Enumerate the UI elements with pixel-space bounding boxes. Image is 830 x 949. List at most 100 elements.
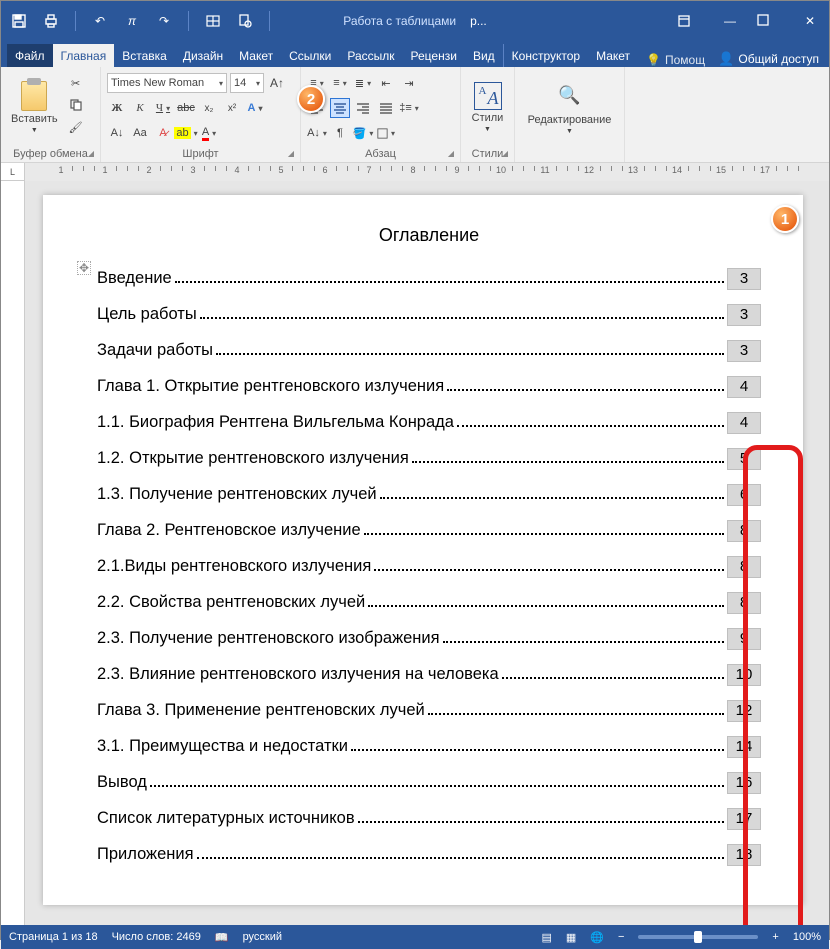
zoom-in-button[interactable]: + — [772, 931, 778, 943]
superscript-button[interactable]: x² — [222, 98, 242, 118]
toc-page-cell[interactable]: 14 — [727, 736, 761, 758]
align-right-button[interactable] — [353, 98, 373, 118]
status-words[interactable]: Число слов: 2469 — [112, 931, 201, 943]
equation-icon[interactable]: π — [120, 9, 144, 33]
toc-page-cell[interactable]: 6 — [727, 484, 761, 506]
vertical-ruler[interactable] — [1, 181, 25, 925]
strike-button[interactable]: abc — [176, 98, 196, 118]
shrink-font-icon[interactable]: A↓ — [107, 123, 127, 143]
print-layout-icon[interactable]: ▦ — [566, 931, 576, 944]
sort-button[interactable]: A↓ — [307, 123, 327, 143]
minimize-icon[interactable]: — — [717, 14, 743, 28]
page-scroll[interactable]: 1 Оглавление ✥ Введение3 Цель работы3Зад… — [25, 181, 829, 925]
toc-page-cell[interactable]: 12 — [727, 700, 761, 722]
ruler-number: 8 — [410, 165, 415, 175]
share-button[interactable]: 👤Общий доступ — [718, 51, 819, 67]
tab-file[interactable]: Файл — [7, 44, 53, 67]
close-icon[interactable]: ✕ — [797, 14, 823, 28]
ruler-number: 12 — [584, 165, 594, 175]
toc-page-cell[interactable]: 16 — [727, 772, 761, 794]
toc-page-cell[interactable]: 8 — [727, 592, 761, 614]
zoom-slider[interactable] — [638, 935, 758, 939]
increase-indent-button[interactable]: ⇥ — [399, 73, 419, 93]
numbering-button[interactable]: ≡ — [330, 73, 350, 93]
table-icon[interactable] — [201, 9, 225, 33]
clear-format-button[interactable]: A̷ — [153, 123, 173, 143]
web-layout-icon[interactable]: 🌐 — [590, 931, 604, 944]
italic-button[interactable]: К — [130, 98, 150, 118]
decrease-indent-button[interactable]: ⇤ — [376, 73, 396, 93]
text-effects-button[interactable]: A — [245, 98, 265, 118]
tab-design[interactable]: Дизайн — [175, 44, 231, 67]
toc-page-cell[interactable]: 4 — [727, 412, 761, 434]
tab-mailings[interactable]: Рассылк — [339, 44, 402, 67]
bold-button[interactable]: Ж — [107, 98, 127, 118]
save-icon[interactable] — [7, 9, 31, 33]
underline-button[interactable]: Ч — [153, 98, 173, 118]
toc-row: 2.3. Влияние рентгеновского излучения на… — [97, 664, 761, 686]
align-center-button[interactable] — [330, 98, 350, 118]
subscript-button[interactable]: x₂ — [199, 98, 219, 118]
font-size-combo[interactable]: 14 — [230, 73, 264, 93]
toc-page-cell[interactable]: 3 — [727, 304, 761, 326]
toc-leader — [380, 497, 724, 499]
toc-leader — [374, 569, 724, 571]
toc-page-cell[interactable]: 8 — [727, 556, 761, 578]
ribbon-options-icon[interactable] — [677, 14, 703, 28]
tell-me-label: Помощ — [665, 53, 705, 67]
highlight-button[interactable]: ab — [176, 123, 196, 143]
tab-insert[interactable]: Вставка — [114, 44, 175, 67]
ruler-number: 4 — [234, 165, 239, 175]
toc-page-cell[interactable]: 17 — [727, 808, 761, 830]
undo-icon[interactable]: ↶ — [88, 9, 112, 33]
show-marks-button[interactable]: ¶ — [330, 123, 350, 143]
table-move-handle[interactable]: ✥ — [77, 261, 91, 275]
zoom-out-button[interactable]: − — [618, 931, 624, 943]
toc-page-cell[interactable]: 9 — [727, 628, 761, 650]
toc-page-cell[interactable]: 5 — [727, 448, 761, 470]
toc-page-cell[interactable]: 3 — [727, 268, 761, 290]
toc-page-cell[interactable]: 18 — [727, 844, 761, 866]
font-name-combo[interactable]: Times New Roman — [107, 73, 227, 93]
shading-button[interactable]: 🪣 — [353, 123, 373, 143]
tab-home[interactable]: Главная — [53, 44, 115, 67]
line-spacing-button[interactable]: ‡≡ — [399, 98, 419, 118]
tab-review[interactable]: Рецензи — [403, 44, 465, 67]
status-page[interactable]: Страница 1 из 18 — [9, 931, 98, 943]
ruler-corner[interactable]: L — [1, 163, 25, 181]
read-mode-icon[interactable]: ▤ — [541, 931, 551, 944]
proofing-icon[interactable]: 📖 — [215, 931, 229, 944]
format-painter-icon[interactable]: 🖌 — [66, 117, 86, 137]
zoom-value[interactable]: 100% — [793, 931, 821, 943]
editing-button[interactable]: 🔍 Редактирование ▼ — [521, 71, 618, 143]
tab-references[interactable]: Ссылки — [281, 44, 339, 67]
toc-page-cell[interactable]: 3 — [727, 340, 761, 362]
toc-page-cell[interactable]: 10 — [727, 664, 761, 686]
toc-page-cell[interactable]: 4 — [727, 376, 761, 398]
tab-table-layout[interactable]: Макет — [588, 44, 638, 67]
change-case-button[interactable]: Aa — [130, 123, 150, 143]
editing-group-label — [521, 158, 618, 160]
toc-text: Цель работы — [97, 305, 197, 324]
status-lang[interactable]: русский — [243, 931, 282, 943]
tab-layout[interactable]: Макет — [231, 44, 281, 67]
tab-table-design[interactable]: Конструктор — [503, 44, 588, 67]
toc-leader — [443, 641, 724, 643]
justify-button[interactable] — [376, 98, 396, 118]
tab-view[interactable]: Вид — [465, 44, 503, 67]
preview-icon[interactable] — [233, 9, 257, 33]
copy-icon[interactable] — [66, 95, 86, 115]
borders-button[interactable] — [376, 123, 396, 143]
redo-icon[interactable]: ↷ — [152, 9, 176, 33]
print-icon[interactable] — [39, 9, 63, 33]
toc-page-cell[interactable]: 8 — [727, 520, 761, 542]
styles-button[interactable]: Стили ▼ — [467, 71, 508, 143]
multilevel-button[interactable]: ≣ — [353, 73, 373, 93]
tell-me[interactable]: 💡 Помощ — [646, 53, 705, 67]
font-color-button[interactable]: A — [199, 123, 219, 143]
maximize-icon[interactable] — [757, 14, 783, 28]
paste-button[interactable]: Вставить ▼ — [7, 71, 62, 143]
cut-icon[interactable]: ✂ — [66, 73, 86, 93]
toc-title: Оглавление — [97, 225, 761, 246]
grow-font-icon[interactable]: A↑ — [267, 73, 287, 93]
